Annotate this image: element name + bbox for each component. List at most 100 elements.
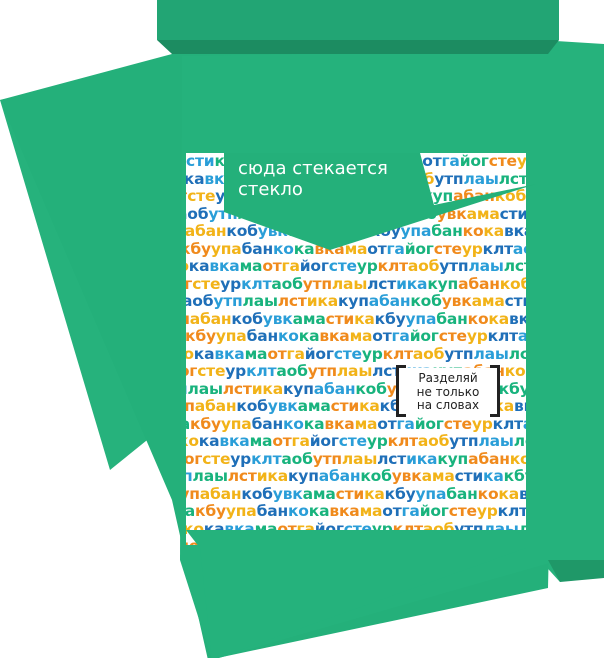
letter-syllable: кбу	[374, 309, 406, 328]
letter-syllable: аоб	[512, 239, 526, 258]
letter-syllable: йог	[414, 414, 444, 433]
letter-syllable: ур	[235, 537, 256, 545]
letter-syllable: га	[291, 432, 310, 450]
letter-syllable: коб	[231, 309, 263, 328]
letter-syllable: ур	[461, 239, 483, 258]
letter-syllable: ика	[411, 537, 442, 545]
letter-syllable: ур	[356, 257, 378, 275]
letter-syllable: лаы	[242, 292, 278, 310]
badge-line-2: не только	[416, 384, 480, 399]
letter-syllable: упа	[220, 414, 252, 433]
letter-syllable: ка	[349, 222, 370, 240]
letter-row: кокавкамаотгайогстеурклтаобутплаылстикак…	[186, 257, 526, 276]
letter-syllable: клт	[251, 449, 282, 468]
letter-syllable: сте	[202, 449, 231, 468]
letter-syllable: бан	[431, 222, 463, 240]
letter-syllable: ка	[359, 397, 380, 415]
letter-syllable: вка	[214, 344, 245, 363]
letter-row: кокавкамаотгайогстеурклтаобутплаылстикак…	[186, 519, 526, 539]
letter-syllable: ко	[277, 327, 299, 345]
letter-syllable: коб	[355, 379, 387, 398]
letter-syllable: сти	[499, 204, 526, 223]
letter-syllable: лаы	[331, 274, 368, 293]
letter-syllable: сте	[328, 257, 357, 275]
caption-line-1: сюда стекается	[238, 158, 388, 179]
letter-syllable: йог	[419, 502, 449, 520]
letter-row: гайогстеурклтаобутплаылстикакупабанкобув…	[186, 274, 526, 294]
letter-syllable: ко	[282, 414, 304, 433]
letter-syllable: аоб	[286, 537, 318, 545]
letter-syllable: ика	[406, 449, 438, 468]
letter-syllable: клт	[256, 537, 286, 545]
letter-syllable: ка	[186, 169, 205, 188]
letter-syllable: абан	[186, 222, 227, 240]
letter-syllable: ка	[498, 484, 519, 503]
letter-syllable: от	[262, 257, 282, 275]
letter-syllable: абан	[363, 204, 406, 223]
letter-syllable: сте	[187, 187, 216, 205]
letter-syllable: ка	[198, 432, 220, 450]
letter-syllable: аоб	[186, 204, 209, 223]
letter-syllable: кбу	[498, 379, 526, 398]
letter-syllable: от	[372, 327, 392, 345]
letter-syllable: от	[382, 502, 402, 520]
letter-syllable: ур	[516, 153, 526, 170]
letter-syllable: утп	[434, 169, 464, 188]
letter-syllable: га	[386, 239, 405, 258]
letter-syllable: аоб	[523, 415, 526, 433]
letter-syllable: бан	[246, 327, 279, 345]
letter-syllable: сти	[335, 484, 365, 503]
letter-syllable: упа	[210, 239, 242, 258]
letter-syllable: клт	[482, 239, 513, 258]
letter-syllable: ко	[272, 239, 294, 258]
letter-syllable: ка	[354, 309, 375, 328]
letter-syllable: упа	[400, 222, 432, 240]
lid-top	[157, 0, 559, 40]
letter-syllable: ика	[306, 292, 338, 310]
letter-syllable: ко	[186, 519, 204, 538]
letter-syllable: вка	[514, 397, 526, 415]
letter-syllable: сти	[186, 153, 215, 170]
letter-syllable: ама	[421, 467, 455, 485]
letter-syllable: увк	[391, 467, 422, 485]
letter-syllable: ма	[254, 519, 278, 538]
letter-syllable: утп	[444, 344, 474, 363]
letter-syllable: кбу	[190, 414, 221, 433]
letter-syllable: аоб	[281, 449, 313, 468]
letter-syllable: кбу	[384, 484, 416, 503]
letter-row: кокавкамаотгайогстеурклтаобутплаылстикак…	[186, 344, 526, 364]
letter-syllable: утп	[454, 519, 484, 538]
letter-syllable: клт	[246, 362, 277, 380]
bin-shadow-shape	[548, 560, 604, 582]
letter-syllable: утп	[302, 274, 332, 293]
letter-syllable: лст	[508, 344, 526, 363]
letter-syllable: абан	[189, 309, 232, 328]
letter-row: стикакбуупабанкокавкамаотгайогстеурклтао…	[186, 414, 526, 434]
letter-syllable: абан	[453, 187, 495, 205]
letter-syllable: сте	[333, 344, 362, 363]
letter-syllable: ма	[354, 414, 378, 433]
caption-line-2: стекло	[238, 179, 303, 200]
letter-syllable: ка	[308, 502, 330, 520]
letter-row: стикакбуупабанкокавкамаотгайогстеурклтао…	[186, 239, 526, 259]
letter-syllable: увк	[272, 484, 303, 503]
letter-syllable: ма	[249, 432, 273, 450]
letter-syllable: ка	[188, 257, 210, 275]
letter-syllable: сте	[338, 432, 367, 450]
letter-syllable: йог	[459, 153, 489, 170]
letter-syllable: сте	[207, 537, 235, 545]
letter-syllable: увк	[441, 292, 472, 310]
letter-syllable: ма	[344, 239, 368, 258]
letter-syllable: вка	[314, 239, 345, 258]
letter-syllable: коб	[405, 204, 437, 223]
letter-syllable: увк	[257, 222, 288, 240]
letter-syllable: ко	[186, 432, 199, 450]
letter-syllable: ама	[302, 484, 336, 503]
letter-syllable: кбу	[369, 222, 401, 240]
letter-syllable: ика	[256, 467, 288, 485]
bin-caption: сюда стекается стекло	[238, 158, 428, 200]
letter-syllable: от	[277, 519, 297, 538]
letter-syllable: аоб	[422, 519, 455, 538]
letter-syllable: ама	[287, 222, 321, 240]
letter-syllable: коб	[410, 292, 442, 310]
